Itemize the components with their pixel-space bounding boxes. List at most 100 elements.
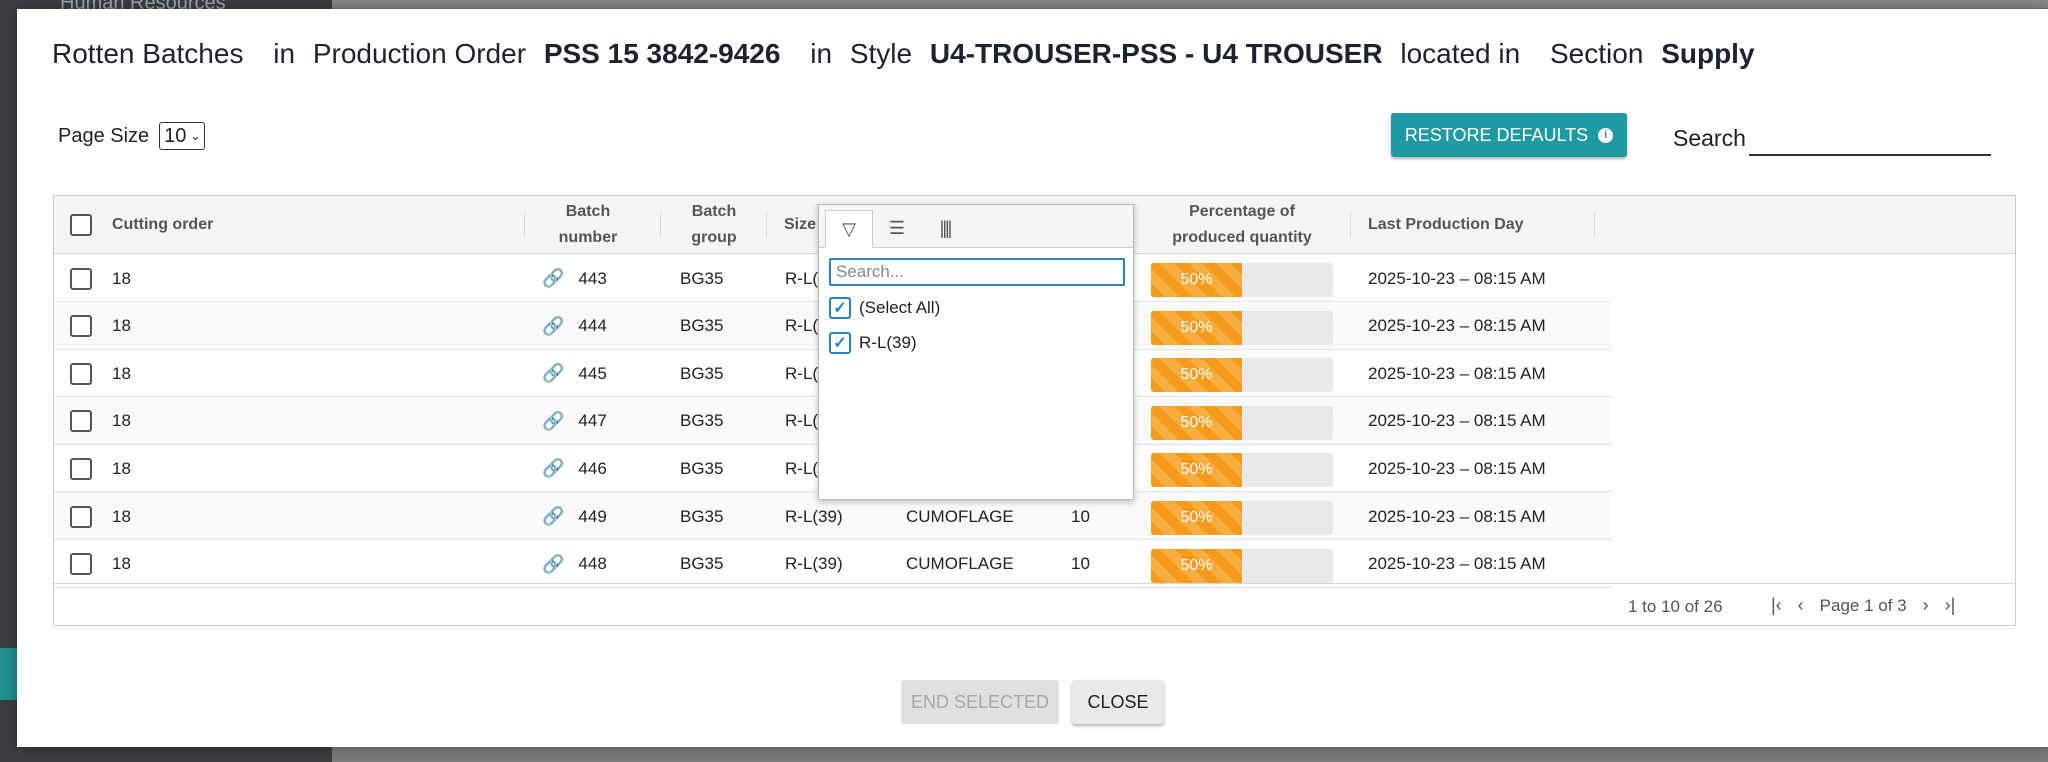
title-text: Rotten Batches — [52, 38, 244, 69]
column-separator[interactable] — [1350, 212, 1351, 238]
header-text: Percentage of — [1189, 203, 1295, 220]
header-batch-number[interactable]: Batch number — [534, 196, 642, 254]
cell-last-production-day: 2025-10-23 – 08:15 AM — [1368, 316, 1546, 336]
title-text: in — [810, 38, 833, 69]
checkbox-checked-icon[interactable]: ✓ — [829, 332, 851, 354]
progress-fill: 50% — [1151, 405, 1242, 440]
info-icon[interactable]: i — [1598, 127, 1614, 143]
filter-option-select-all[interactable]: ✓ (Select All) — [829, 297, 940, 319]
general-menu-tab[interactable]: ☰ — [873, 209, 921, 247]
link-icon[interactable]: 🔗 — [542, 554, 564, 575]
batch-number-text: 446 — [578, 458, 607, 478]
cell-batch-number: 🔗 445 — [542, 350, 607, 397]
row-checkbox-cell — [70, 303, 92, 350]
progress-fill: 50% — [1151, 310, 1242, 345]
menu-icon: ☰ — [888, 217, 906, 238]
cell-last-production-day: 2025-10-23 – 08:15 AM — [1368, 506, 1546, 526]
background-topbar — [332, 0, 2048, 8]
cell-batch-group: BG35 — [680, 268, 724, 288]
filter-search-input[interactable]: Search... — [829, 258, 1125, 286]
cell-cutting-order: 18 — [112, 506, 131, 526]
progress-bar: 50% — [1151, 263, 1333, 297]
progress-fill: 50% — [1151, 453, 1242, 488]
checkbox-checked-icon[interactable]: ✓ — [829, 297, 851, 319]
cell-cutting-order: 18 — [112, 363, 131, 383]
progress-bar: 50% — [1151, 548, 1333, 583]
link-icon[interactable]: 🔗 — [542, 316, 564, 337]
restore-defaults-button[interactable]: RESTORE DEFAULTS i — [1391, 113, 1627, 157]
cell-cutting-order: 18 — [112, 268, 131, 288]
link-icon[interactable]: 🔗 — [542, 506, 564, 527]
table-row[interactable]: 18 🔗 448 BG35 R-L(39) CUMOFLAGE 10 50% 2025-10-2… — [54, 541, 1612, 588]
progress-label: 50% — [1180, 461, 1213, 479]
cell-size: R-L(39) — [785, 554, 843, 574]
progress-bar: 50% — [1151, 501, 1333, 535]
end-selected-button[interactable]: END SELECTED — [901, 680, 1059, 724]
filter-option-size[interactable]: ✓ R-L(39) — [829, 332, 917, 354]
title-style: U4-TROUSER-PSS - U4 TROUSER — [929, 38, 1383, 69]
row-checkbox[interactable] — [70, 267, 92, 290]
title-text: Production Order — [312, 38, 527, 69]
progress-fill: 50% — [1151, 358, 1242, 393]
previous-page-icon[interactable]: ‹ — [1798, 595, 1804, 616]
cell-last-production-day: 2025-10-23 – 08:15 AM — [1368, 268, 1546, 288]
row-checkbox[interactable] — [70, 362, 92, 385]
progress-bar: 50% — [1151, 358, 1333, 393]
search-input[interactable] — [1749, 154, 1991, 156]
header-last-production-day[interactable]: Last Production Day — [1368, 196, 1524, 254]
cell-batch-number: 🔗 446 — [542, 445, 607, 492]
next-page-icon[interactable]: › — [1923, 595, 1929, 616]
batch-number-text: 444 — [578, 316, 607, 336]
link-icon[interactable]: 🔗 — [542, 411, 564, 432]
row-checkbox[interactable] — [70, 505, 92, 528]
batch-number-text: 447 — [578, 411, 607, 431]
cell-batch-number: 🔗 443 — [542, 255, 607, 302]
column-separator[interactable] — [660, 212, 661, 238]
last-page-icon[interactable]: ›| — [1945, 595, 1956, 616]
link-icon[interactable]: 🔗 — [542, 268, 564, 289]
cell-batch-number: 🔗 448 — [542, 541, 607, 588]
columns-tab[interactable]: |||| — [921, 209, 969, 247]
row-checkbox-cell — [70, 541, 92, 588]
cell-batch-group: BG35 — [680, 554, 724, 574]
select-all-checkbox[interactable] — [70, 214, 92, 236]
title-text: located in — [1400, 38, 1521, 69]
progress-bar: 50% — [1151, 310, 1333, 345]
cell-size: R-L(39) — [785, 506, 843, 526]
column-separator[interactable] — [524, 212, 525, 238]
title-text: Style — [849, 38, 913, 69]
cell-batch-group: BG35 — [680, 316, 724, 336]
first-page-icon[interactable]: |‹ — [1771, 595, 1782, 616]
filter-tab[interactable]: ▽ — [825, 210, 873, 248]
cell-cutting-order: 18 — [112, 411, 131, 431]
filter-tabs: ▽ ☰ |||| — [819, 205, 1133, 248]
progress-label: 50% — [1180, 509, 1213, 526]
header-batch-group[interactable]: Batch group — [666, 196, 762, 254]
link-icon[interactable]: 🔗 — [542, 363, 564, 384]
batch-number-text: 445 — [578, 363, 607, 383]
row-checkbox[interactable] — [70, 553, 92, 576]
header-percentage-produced[interactable]: Percentage of produced quantity — [1144, 196, 1340, 254]
cell-batch-group: BG35 — [680, 363, 724, 383]
title-section: Supply — [1661, 38, 1755, 69]
title-production-order: PSS 15 3842-9426 — [543, 38, 781, 69]
column-separator[interactable] — [1594, 212, 1595, 238]
filter-icon: ▽ — [842, 218, 856, 239]
close-button[interactable]: CLOSE — [1072, 680, 1164, 724]
progress-fill: 50% — [1151, 501, 1242, 535]
header-cutting-order[interactable]: Cutting order — [112, 196, 213, 254]
row-checkbox[interactable] — [70, 410, 92, 433]
column-separator[interactable] — [766, 212, 767, 238]
table-row[interactable]: 18 🔗 449 BG35 R-L(39) CUMOFLAGE 10 50% 2025-10-2… — [54, 493, 1612, 540]
row-checkbox[interactable] — [70, 315, 92, 338]
cell-cutting-order: 18 — [112, 458, 131, 478]
row-checkbox[interactable] — [70, 457, 92, 480]
page-size-select[interactable]: 10 ⌄ — [159, 122, 206, 150]
link-icon[interactable]: 🔗 — [542, 458, 564, 479]
page-indicator: Page 1 of 3 — [1819, 595, 1907, 615]
cell-cutting-order: 18 — [112, 316, 131, 336]
batch-number-text: 443 — [578, 268, 607, 288]
progress-label: 50% — [1180, 318, 1213, 336]
header-text: number — [558, 229, 618, 246]
header-size[interactable]: Size — [784, 196, 816, 254]
